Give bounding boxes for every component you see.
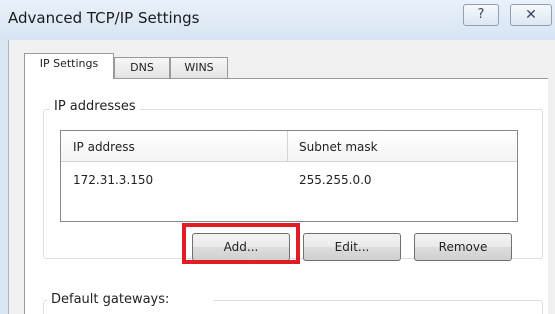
remove-button[interactable]: Remove — [414, 233, 512, 261]
tab-wins[interactable]: WINS — [170, 57, 228, 78]
close-button[interactable]: ✕ — [510, 4, 552, 26]
tab-ip-settings-label: IP Settings — [39, 57, 99, 70]
default-gateways-group-label: Default gateways: — [51, 292, 170, 307]
column-header-ip-address[interactable]: IP address — [73, 140, 135, 154]
list-header: IP address Subnet mask — [61, 131, 517, 162]
help-icon: ? — [477, 7, 485, 22]
help-button[interactable]: ? — [463, 4, 499, 26]
close-icon: ✕ — [525, 7, 537, 23]
row-subnet-mask: 255.255.0.0 — [299, 173, 372, 187]
tab-dns-label: DNS — [130, 61, 154, 74]
column-divider[interactable] — [287, 131, 288, 161]
tab-wins-label: WINS — [184, 61, 214, 74]
dialog-right-edge — [548, 78, 555, 314]
row-ip-address: 172.31.3.150 — [73, 173, 154, 187]
highlight-box — [182, 223, 300, 264]
window-title: Advanced TCP/IP Settings — [8, 9, 200, 27]
title-bar: Advanced TCP/IP Settings ? ✕ — [0, 0, 555, 40]
tab-dns[interactable]: DNS — [114, 57, 170, 78]
edit-button[interactable]: Edit... — [303, 233, 401, 261]
ip-addresses-group-label: IP addresses — [50, 99, 140, 114]
column-header-subnet-mask[interactable]: Subnet mask — [299, 140, 378, 154]
advanced-tcpip-settings-dialog: Advanced TCP/IP Settings ? ✕ IP Settings… — [0, 0, 555, 314]
ip-addresses-list[interactable]: IP address Subnet mask 172.31.3.150 255.… — [60, 130, 518, 222]
tab-ip-settings[interactable]: IP Settings — [24, 53, 114, 79]
